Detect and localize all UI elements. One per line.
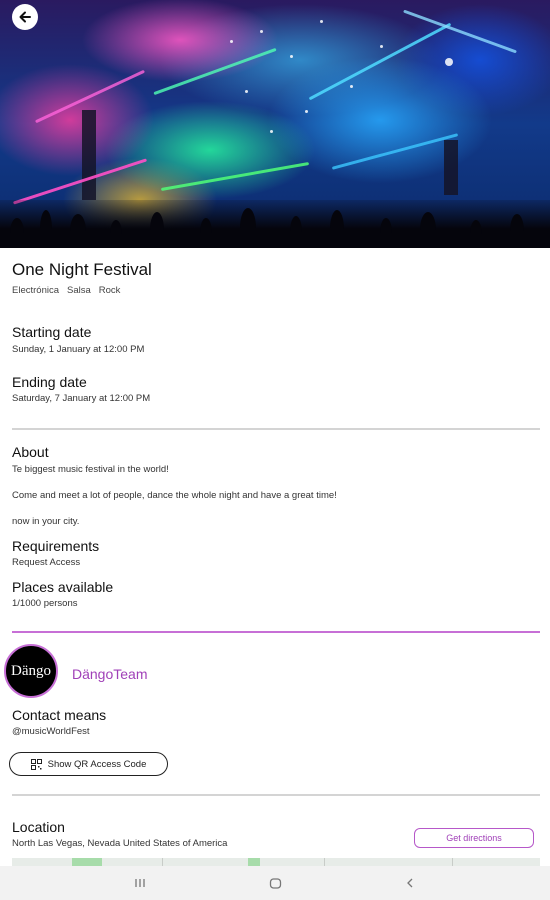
light-beam: [403, 9, 517, 54]
confetti: [350, 85, 353, 88]
section-divider: [12, 428, 540, 430]
qr-code-icon: [30, 758, 42, 770]
show-qr-label: Show QR Access Code: [47, 758, 147, 770]
places-heading: Places available: [12, 579, 114, 595]
stage-tower: [444, 140, 458, 195]
stage-tower: [82, 110, 96, 200]
avatar-logo-text: Dängo: [11, 662, 51, 679]
about-heading: About: [12, 444, 49, 460]
requirements-value: Request Access: [12, 557, 81, 568]
genre-tag: Rock: [98, 285, 121, 296]
light-beam: [331, 133, 459, 170]
chevron-left-icon: [407, 878, 413, 888]
requirements-heading: Requirements: [12, 538, 100, 554]
contact-heading: Contact means: [12, 707, 107, 723]
places-value: 1/1000 persons: [12, 598, 78, 609]
confetti: [380, 45, 383, 48]
organizer-divider: [12, 631, 540, 633]
about-line: now in your city.: [12, 516, 80, 527]
nav-back-button[interactable]: [395, 868, 425, 898]
section-divider: [12, 794, 540, 796]
confetti: [245, 90, 248, 93]
organizer-avatar[interactable]: Dängo: [4, 644, 58, 698]
ending-date-heading: Ending date: [12, 374, 87, 390]
system-nav-bar: [0, 866, 550, 900]
back-button[interactable]: [12, 4, 38, 30]
arrow-left-icon: [19, 11, 31, 23]
event-cover-image: [0, 0, 550, 248]
ending-date-value: Saturday, 7 January at 12:00 PM: [12, 393, 151, 404]
location-heading: Location: [12, 819, 65, 835]
confetti: [320, 20, 323, 23]
confetti: [260, 30, 263, 33]
organizer-name-link[interactable]: DängoTeam: [72, 666, 148, 682]
confetti: [445, 58, 453, 66]
light-beam: [308, 22, 452, 101]
home-icon: [269, 877, 281, 889]
confetti: [290, 55, 293, 58]
genre-tags: Electrónica Salsa Rock: [12, 285, 120, 296]
starting-date-value: Sunday, 1 January at 12:00 PM: [12, 344, 145, 355]
recent-apps-icon: [135, 879, 145, 887]
about-line: Te biggest music festival in the world!: [12, 464, 169, 475]
light-beam: [153, 47, 277, 96]
light-beam: [160, 161, 310, 192]
confetti: [270, 130, 273, 133]
get-directions-button[interactable]: Get directions: [414, 828, 534, 848]
genre-tag: Salsa: [67, 285, 91, 296]
event-title: One Night Festival: [12, 260, 152, 279]
confetti: [305, 110, 308, 113]
recent-apps-button[interactable]: [125, 868, 155, 898]
contact-value: @musicWorldFest: [12, 726, 90, 737]
light-beam: [12, 158, 148, 205]
home-button[interactable]: [260, 868, 290, 898]
about-line: Come and meet a lot of people, dance the…: [12, 490, 337, 501]
show-qr-button[interactable]: Show QR Access Code: [9, 752, 168, 776]
location-address: North Las Vegas, Nevada United States of…: [12, 838, 228, 849]
genre-tag: Electrónica: [12, 285, 59, 296]
crowd-silhouette: [0, 200, 550, 248]
confetti: [230, 40, 233, 43]
starting-date-heading: Starting date: [12, 324, 92, 340]
